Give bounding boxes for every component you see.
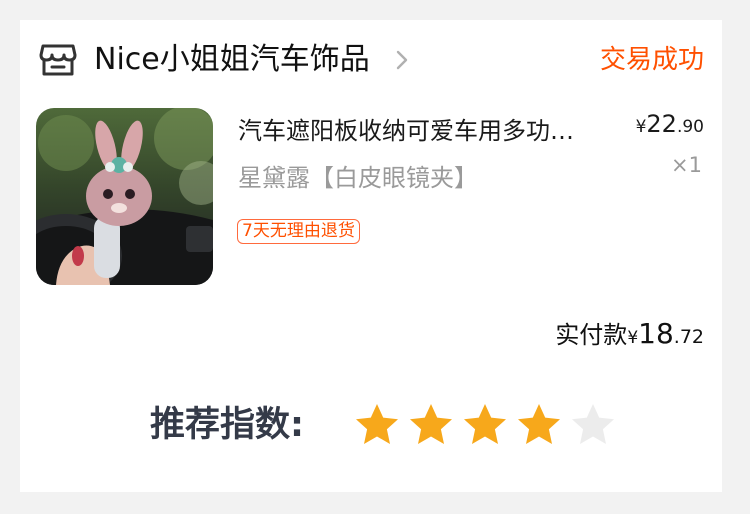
product-title[interactable]: 汽车遮阳板收纳可爱车用多功… [238, 114, 624, 148]
star-icon[interactable] [408, 402, 454, 448]
paid-integer: 18 [638, 317, 674, 350]
order-card[interactable]: Nice小姐姐汽车饰品 交易成功 汽车遮阳板收纳可爱车用多功… 星黛露【白皮眼镜… [20, 20, 722, 492]
star-icon[interactable] [516, 402, 562, 448]
star-icon[interactable] [354, 402, 400, 448]
price-currency: ¥ [635, 117, 647, 137]
paid-amount: 实付款¥18.72 [555, 315, 704, 350]
rating-label: 推荐指数: [150, 405, 304, 445]
chevron-right-icon[interactable] [394, 48, 410, 72]
store-name[interactable]: Nice小姐姐汽车饰品 [94, 40, 370, 80]
return-policy-badge: 7天无理由退货 [237, 219, 360, 244]
order-header: Nice小姐姐汽车饰品 交易成功 [20, 20, 722, 100]
star-icon[interactable] [570, 402, 616, 448]
paid-decimal: .72 [673, 326, 704, 348]
product-image[interactable] [36, 108, 213, 285]
price-decimal: .90 [676, 117, 704, 137]
star-icon[interactable] [462, 402, 508, 448]
product-price: ¥22.90 [636, 110, 704, 138]
paid-currency: ¥ [627, 328, 639, 348]
price-integer: 22 [646, 110, 677, 138]
paid-label: 实付款 [555, 321, 628, 349]
store-icon [39, 44, 77, 76]
order-status: 交易成功 [599, 45, 704, 75]
product-sku: 星黛露【白皮眼镜夹】 [238, 164, 478, 192]
product-quantity: ×1 [671, 153, 702, 177]
